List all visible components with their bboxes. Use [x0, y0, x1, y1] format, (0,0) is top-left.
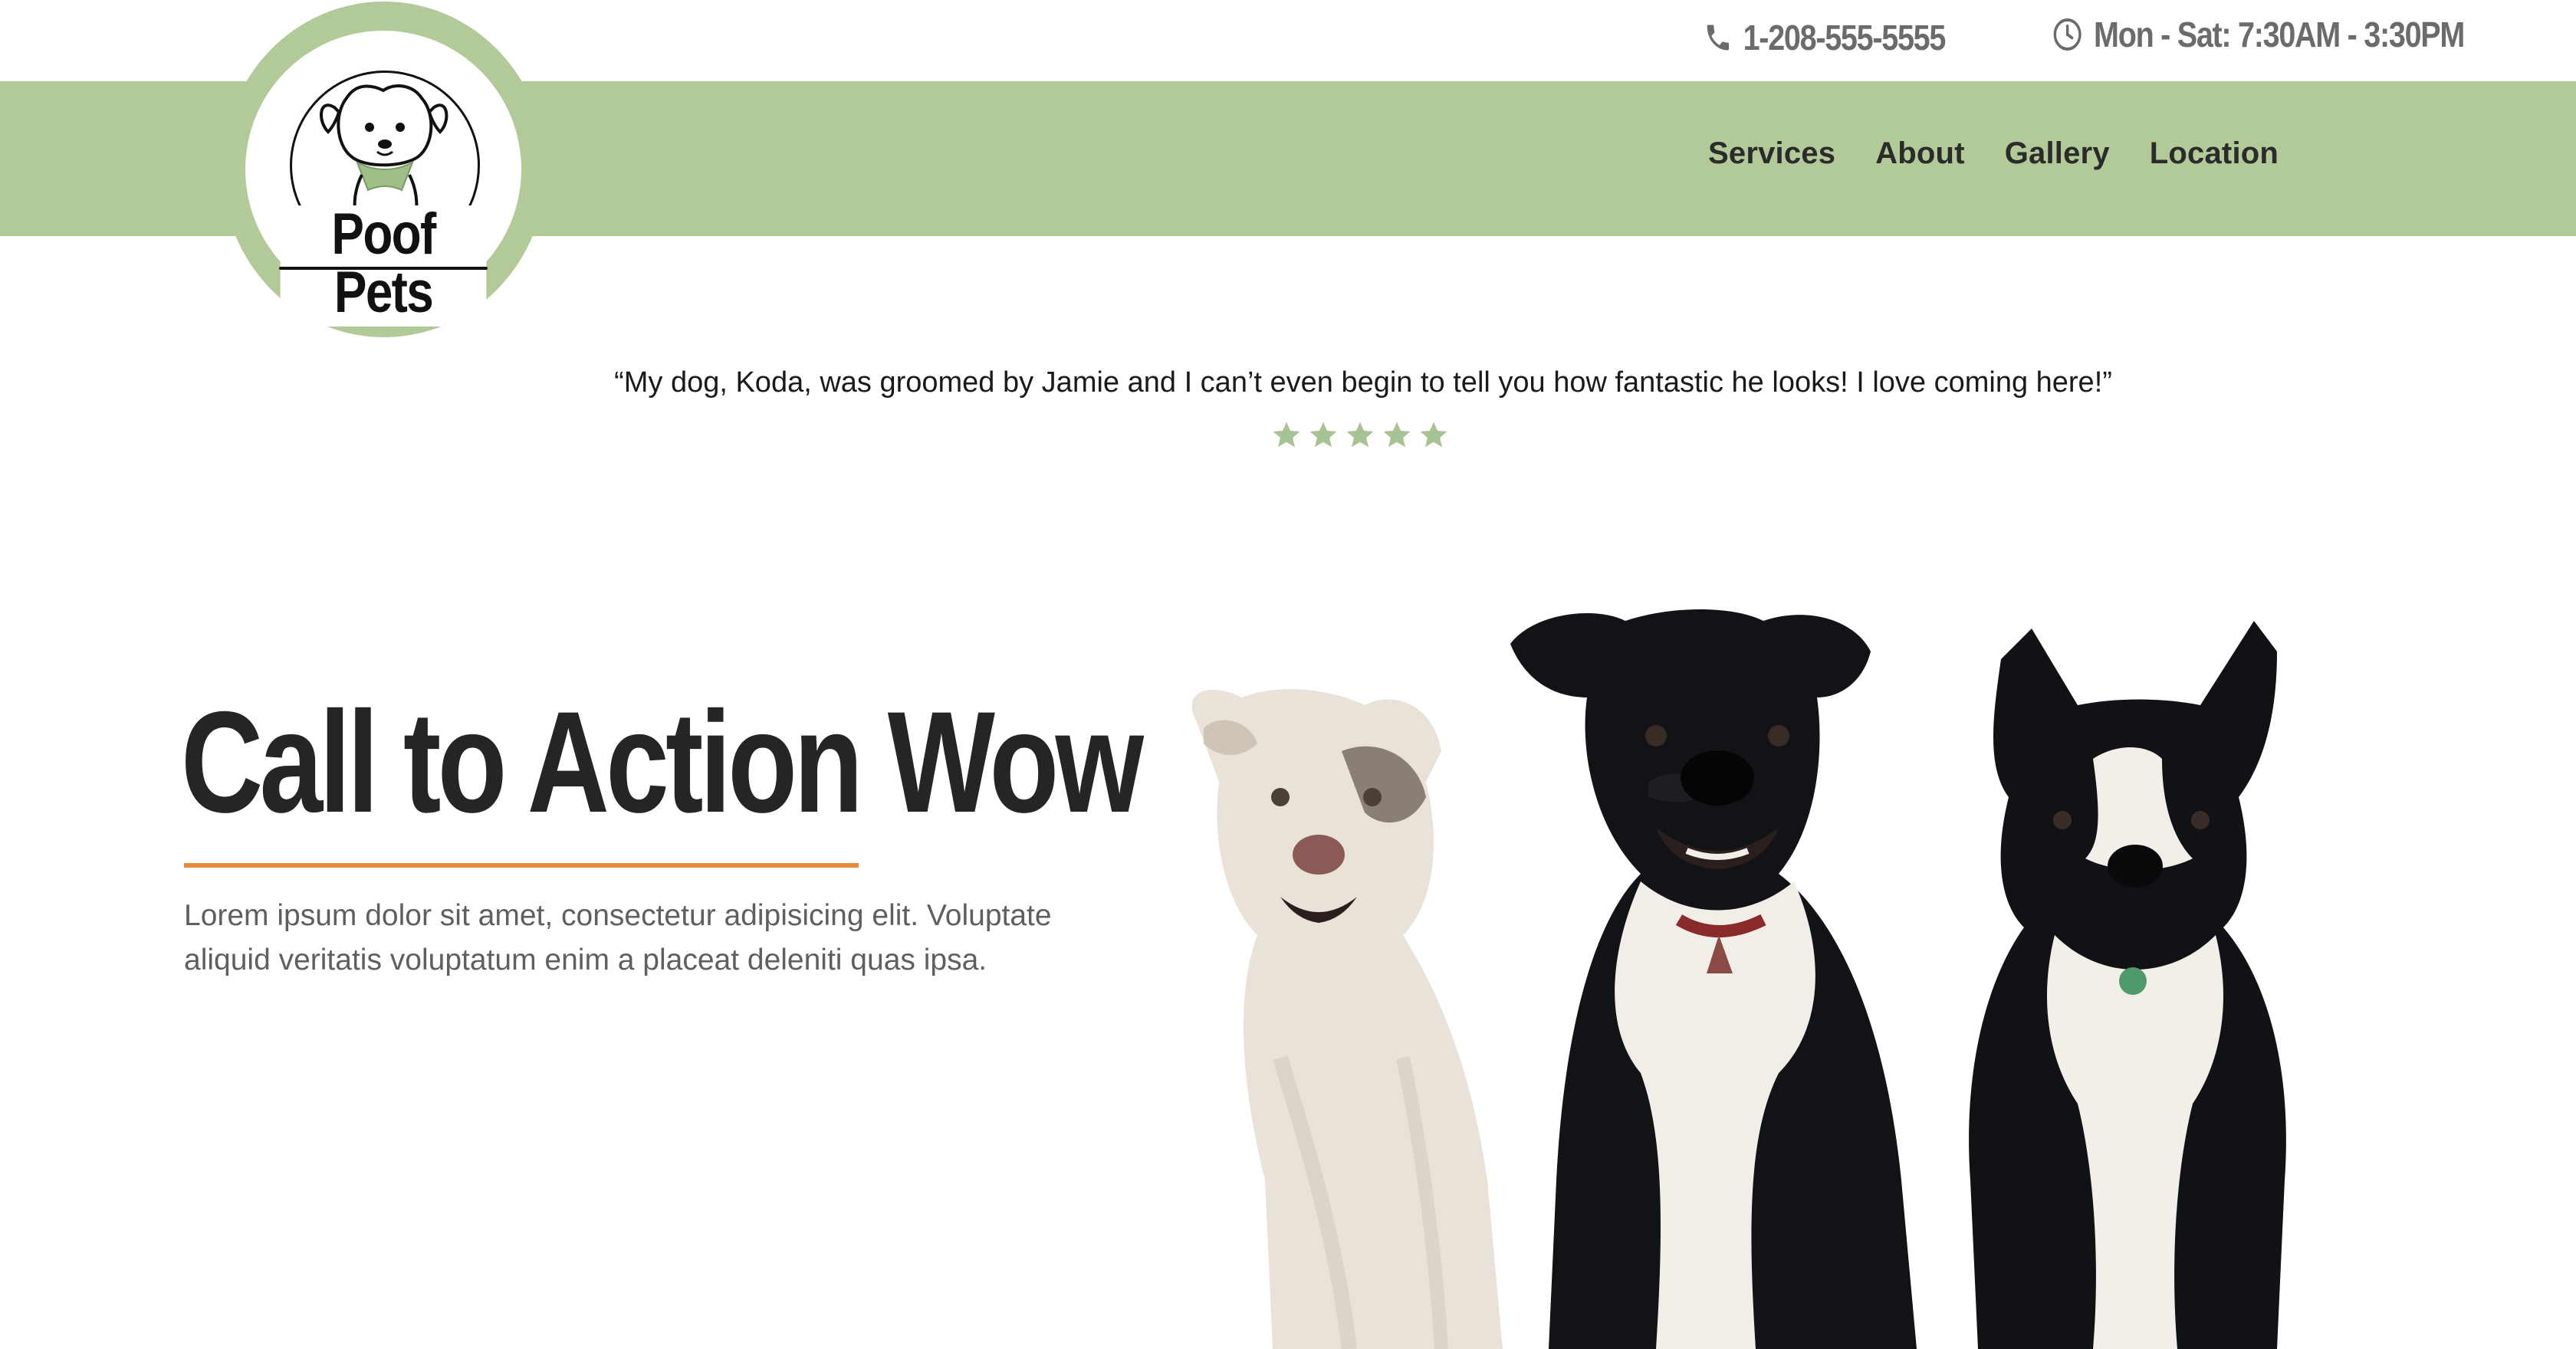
dog-logo-icon — [319, 84, 449, 221]
clock-icon — [2053, 18, 2082, 51]
business-hours: Mon - Sat: 7:30AM - 3:30PM — [2052, 14, 2465, 55]
nav-item-location[interactable]: Location — [2150, 136, 2279, 171]
nav-item-about[interactable]: About — [1875, 136, 1965, 171]
black-white-dog — [1510, 609, 1917, 1349]
hero-title: Call to Action Wow — [181, 681, 1144, 842]
hours-text: Mon - Sat: 7:30AM - 3:30PM — [2094, 15, 2465, 54]
logo-underline — [279, 267, 488, 270]
star-icon — [1346, 422, 1374, 448]
page: 1-208-555-5555 Mon - Sat: 7:30AM - 3:30P… — [0, 0, 2576, 1349]
hero-divider — [184, 863, 859, 868]
star-icon — [1420, 422, 1447, 448]
testimonial-quote: “My dog, Koda, was groomed by Jamie and … — [614, 366, 2112, 399]
border-collie-dog — [1969, 621, 2286, 1349]
phone-icon — [1707, 25, 1730, 51]
star-icon — [1309, 422, 1337, 448]
three-dogs-photo — [1191, 609, 2286, 1349]
rating-stars — [1270, 418, 1451, 452]
phone-contact[interactable]: 1-208-555-5555 — [1704, 17, 1947, 58]
nav-item-services[interactable]: Services — [1708, 136, 1835, 171]
merle-dog — [1191, 689, 1503, 1349]
nav-item-gallery[interactable]: Gallery — [2005, 136, 2110, 171]
star-icon — [1273, 422, 1300, 448]
star-icon — [1383, 422, 1411, 448]
logo-wordmark: Poof Pets — [280, 205, 487, 327]
hero-body-text: Lorem ipsum dolor sit amet, consectetur … — [184, 899, 1052, 976]
main-nav: Services About Gallery Location — [1708, 136, 2279, 171]
phone-number[interactable]: 1-208-555-5555 — [1743, 17, 1947, 58]
